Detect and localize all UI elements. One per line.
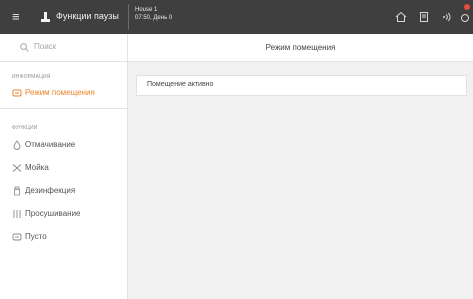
page-title: Функции паузы <box>56 11 119 21</box>
sidebar-item-label: Дезинфекция <box>25 186 76 195</box>
house-name: House 1 <box>135 7 158 13</box>
disinfection-icon <box>14 186 20 196</box>
sidebar-item-label: Мойка <box>25 163 49 172</box>
notification-icon[interactable] <box>459 11 471 23</box>
search-bar[interactable]: Поиск <box>0 34 127 62</box>
search-input[interactable]: Поиск <box>34 42 56 51</box>
sidebar-item-label: Отмачивание <box>25 140 76 149</box>
room-status-card: Помещение активно <box>136 75 467 96</box>
sidebar-divider <box>0 108 127 109</box>
search-icon <box>20 43 29 52</box>
sidebar-item-drying[interactable]: Просушивание <box>0 203 127 225</box>
pause-functions-icon <box>41 12 50 22</box>
sidebar-item-soaking[interactable]: Отмачивание <box>0 134 127 156</box>
menu-icon[interactable]: ≡ <box>12 10 24 24</box>
main-title: Режим помещения <box>265 43 336 52</box>
room-status-text: Помещение активно <box>147 81 214 88</box>
notification-badge <box>464 4 470 10</box>
house-selector[interactable]: House 1 07:50, День 0 <box>135 6 172 22</box>
main-header: Режим помещения <box>128 34 473 62</box>
drying-icon <box>13 210 21 218</box>
room-mode-icon <box>12 89 22 97</box>
section-label-functions: ФУНКЦИИ <box>12 125 38 131</box>
sidebar-item-label: Режим помещения <box>25 88 95 97</box>
home-icon[interactable] <box>395 11 407 23</box>
section-label-info: ИНФОРМАЦИЯ <box>12 74 51 80</box>
sidebar-item-label: Просушивание <box>25 209 81 218</box>
sidebar-item-room-mode[interactable]: Режим помещения <box>0 82 127 104</box>
empty-icon <box>12 233 22 241</box>
topbar-separator <box>128 4 129 30</box>
main-content: Режим помещения Помещение активно <box>128 34 473 299</box>
house-subtitle: 07:50, День 0 <box>135 15 173 21</box>
sidebar-item-empty[interactable]: Пусто <box>0 226 127 248</box>
soaking-icon <box>13 140 21 150</box>
sidebar-item-label: Пусто <box>25 232 47 241</box>
top-bar: ≡ Функции паузы House 1 07:50, День 0 <box>0 0 473 34</box>
washing-icon <box>12 164 22 172</box>
broadcast-icon[interactable] <box>440 11 452 23</box>
sidebar-item-washing[interactable]: Мойка <box>0 157 127 179</box>
sidebar: Поиск ИНФОРМАЦИЯ Режим помещения ФУНКЦИИ… <box>0 34 128 299</box>
device-icon[interactable] <box>418 11 430 23</box>
sidebar-item-disinfection[interactable]: Дезинфекция <box>0 180 127 202</box>
